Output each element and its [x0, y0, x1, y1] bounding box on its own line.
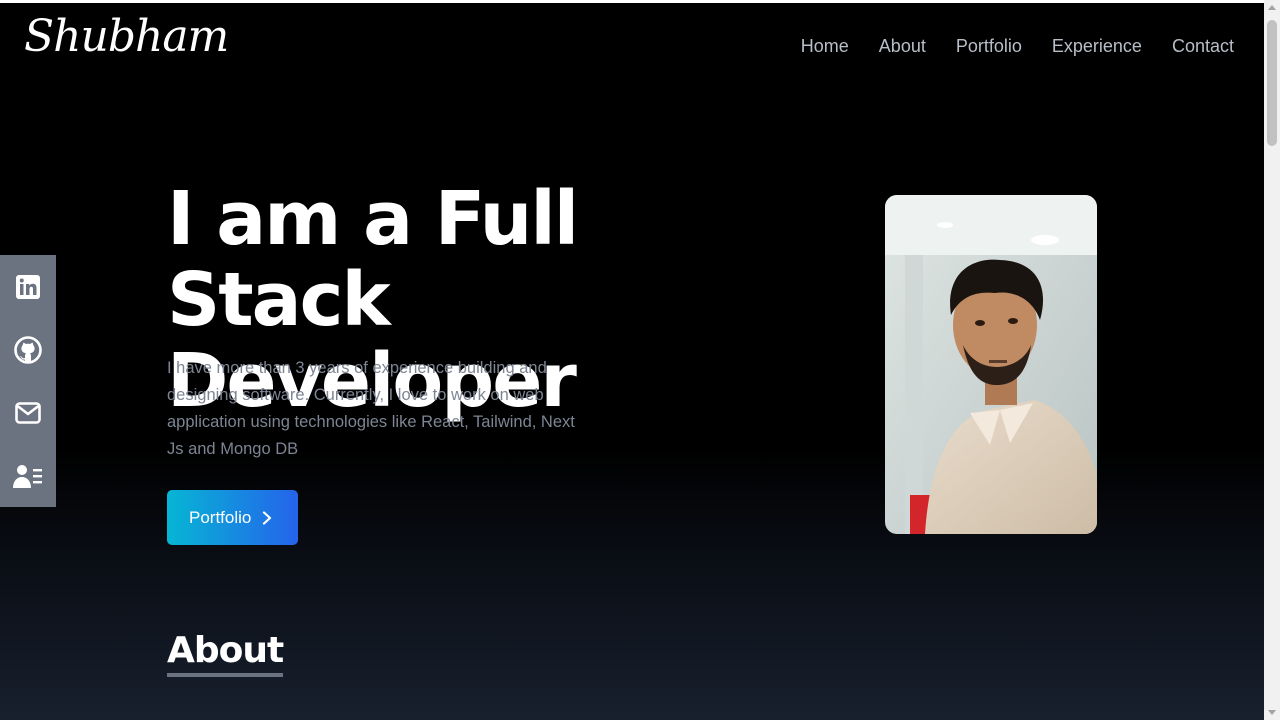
github-link[interactable] [0, 318, 56, 381]
scrollbar-thumb[interactable] [1267, 20, 1277, 146]
email-link[interactable] [0, 381, 56, 444]
profile-photo [885, 195, 1097, 534]
brand-logo[interactable]: Shubham [24, 11, 229, 62]
mail-icon [15, 401, 41, 424]
hero-title-line1: I am a Full Stack [167, 176, 579, 343]
portfolio-button[interactable]: Portfolio [167, 490, 298, 545]
hero-description: I have more than 3 years of experience b… [167, 359, 575, 458]
page: Shubham Home About Portfolio Experience … [0, 3, 1264, 720]
window-top-edge [0, 0, 1264, 3]
github-icon [14, 335, 42, 364]
chevron-right-icon [263, 510, 272, 525]
resume-icon [13, 464, 42, 488]
nav-portfolio[interactable]: Portfolio [956, 36, 1022, 57]
linkedin-icon [16, 274, 40, 299]
nav-experience[interactable]: Experience [1052, 36, 1142, 57]
linkedin-link[interactable] [0, 255, 56, 318]
main-nav: Home About Portfolio Experience Contact [801, 36, 1234, 57]
nav-about[interactable]: About [879, 36, 926, 57]
social-sidebar [0, 255, 56, 507]
vertical-scrollbar[interactable] [1264, 0, 1280, 720]
portfolio-button-label: Portfolio [189, 507, 252, 527]
nav-home[interactable]: Home [801, 36, 849, 57]
resume-link[interactable] [0, 444, 56, 507]
scroll-up-icon[interactable] [1268, 5, 1276, 10]
nav-contact[interactable]: Contact [1172, 36, 1234, 57]
about-section-title: About [167, 630, 284, 677]
scroll-down-icon[interactable] [1268, 710, 1276, 715]
